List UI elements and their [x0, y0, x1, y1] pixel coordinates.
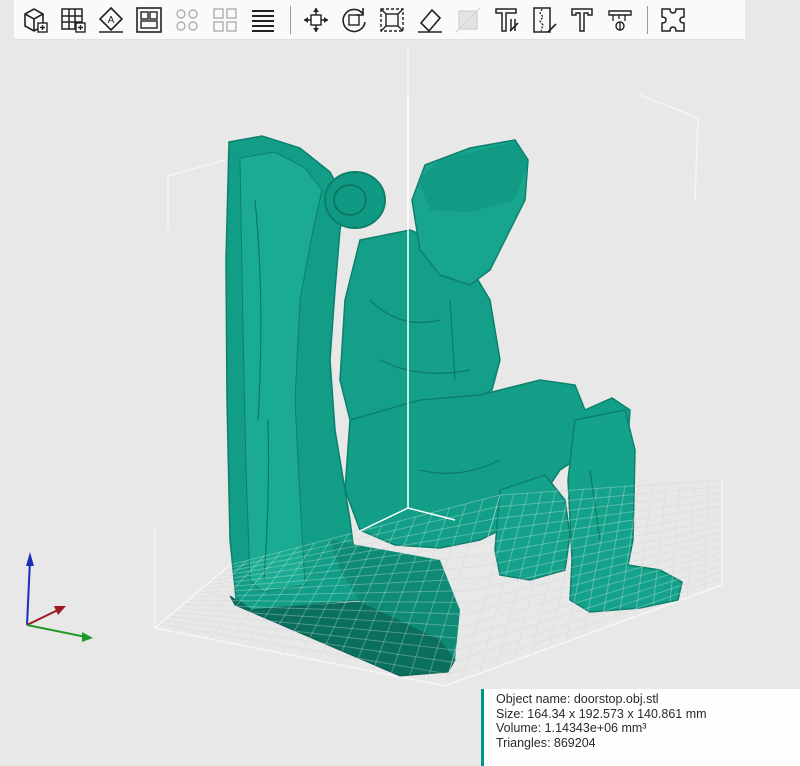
object-name-text: Object name: doorstop.obj.stl: [496, 692, 659, 706]
move-button[interactable]: [299, 3, 333, 37]
main-toolbar: A: [14, 0, 745, 40]
support-paint-button[interactable]: [489, 3, 523, 37]
add-plate-icon: [61, 7, 86, 33]
object-volume-text: Volume: 1.14343e+06 mm³: [496, 721, 647, 735]
toolbar-separator: [647, 5, 648, 34]
move-icon: [304, 7, 328, 32]
variable-layer-button[interactable]: [246, 3, 280, 37]
scale-icon: [380, 7, 404, 32]
text-icon: [571, 7, 593, 32]
support-paint-icon: [495, 7, 519, 32]
rotate-button[interactable]: [337, 3, 371, 37]
split-parts-icon: [213, 7, 237, 32]
z-axis-arrow: [26, 552, 34, 566]
cut-icon: [455, 7, 481, 32]
assembly-icon: [661, 7, 685, 32]
assembly-button[interactable]: [656, 3, 690, 37]
model-right-boot[interactable]: [567, 409, 683, 613]
seam-paint-button[interactable]: [527, 3, 561, 37]
arrange-button[interactable]: [132, 3, 166, 37]
axes-gizmo: [26, 552, 93, 642]
text-button[interactable]: [565, 3, 599, 37]
cut-button[interactable]: [451, 3, 485, 37]
y-axis-arrow: [82, 632, 93, 642]
split-objects-icon: [176, 8, 198, 31]
object-info-panel: Object name: doorstop.obj.stl Size: 164.…: [481, 689, 800, 766]
3d-viewport[interactable]: [0, 0, 800, 766]
split-parts-button[interactable]: [208, 3, 242, 37]
auto-orient-icon: A: [98, 6, 124, 33]
add-object-icon: [24, 7, 48, 33]
add-object-button[interactable]: [18, 3, 52, 37]
add-plate-button[interactable]: [56, 3, 90, 37]
variable-layer-icon: [252, 9, 274, 32]
lay-on-face-button[interactable]: [413, 3, 447, 37]
split-objects-button[interactable]: [170, 3, 204, 37]
object-triangles-text: Triangles: 869204: [496, 735, 596, 750]
measure-button[interactable]: [603, 3, 637, 37]
lay-on-face-icon: [418, 8, 442, 33]
object-size-text: Size: 164.34 x 192.573 x 140.861 mm: [496, 706, 707, 721]
auto-orient-button[interactable]: A: [94, 3, 128, 37]
rotate-icon: [342, 7, 366, 32]
arrange-icon: [136, 6, 162, 33]
scene-canvas[interactable]: [0, 0, 800, 766]
scale-button[interactable]: [375, 3, 409, 37]
svg-text:A: A: [108, 15, 115, 26]
toolbar-separator: [290, 5, 291, 34]
x-axis: [26, 608, 61, 626]
measure-icon: [608, 9, 632, 31]
seam-paint-icon: [533, 6, 557, 33]
y-axis: [26, 624, 87, 638]
z-axis: [26, 559, 31, 626]
